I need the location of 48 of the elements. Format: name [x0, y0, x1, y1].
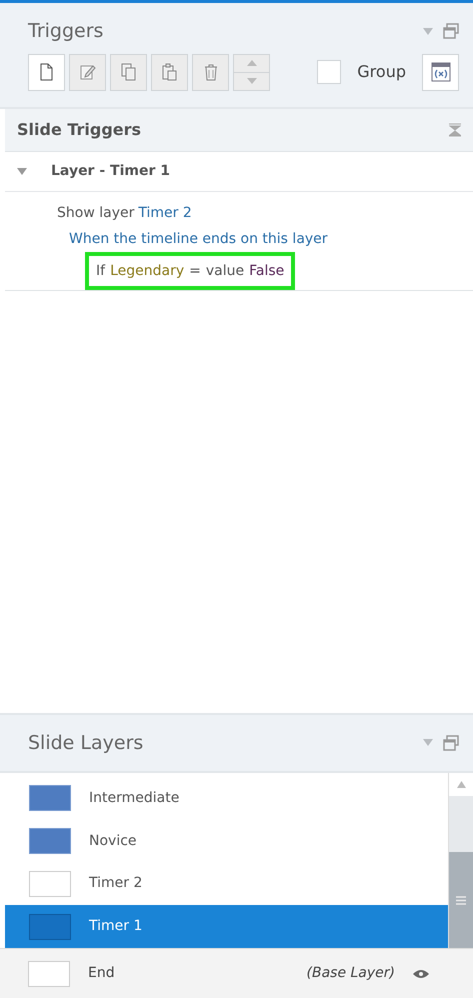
restore-window-icon[interactable] — [443, 23, 459, 40]
condition-text: If — [96, 262, 106, 280]
layer-name: Timer 1 — [89, 917, 142, 936]
layer-link[interactable]: Timer 2 — [138, 200, 192, 226]
collapse-caret-icon[interactable] — [17, 168, 27, 174]
layer-name: End — [88, 964, 115, 983]
layer-name: Intermediate — [89, 788, 180, 808]
dropdown-arrow-icon[interactable] — [423, 739, 433, 746]
condition-text: value — [206, 262, 244, 280]
panel-title: Triggers — [28, 19, 104, 44]
action-text: Show layer — [57, 204, 134, 222]
variables-icon — [430, 62, 450, 82]
layer-thumbnail — [29, 785, 71, 812]
layer-thumbnail — [29, 870, 71, 897]
trigger-group-title: Layer - Timer 1 — [51, 162, 170, 180]
panel-title: Slide Layers — [28, 730, 144, 756]
layer-thumbnail — [29, 914, 71, 940]
layer-thumbnail — [28, 960, 70, 986]
event-link[interactable]: When the timeline ends on this layer — [69, 226, 328, 252]
layer-name: Novice — [89, 832, 137, 851]
layer-name: Timer 2 — [89, 874, 142, 894]
value-link[interactable]: False — [249, 258, 284, 284]
up-arrow-icon — [246, 60, 256, 66]
paste-icon — [160, 63, 178, 81]
group-checkbox[interactable] — [317, 60, 342, 84]
scroll-up-icon[interactable] — [456, 781, 466, 788]
down-arrow-icon — [246, 78, 256, 84]
eye-icon[interactable] — [413, 968, 429, 978]
layer-row[interactable]: Novice — [5, 820, 448, 862]
new-document-icon — [38, 63, 56, 81]
condition-text: = — [189, 262, 201, 280]
variable-link[interactable]: Legendary — [110, 258, 184, 284]
new-document-button[interactable] — [28, 54, 65, 90]
variables-button[interactable] — [422, 54, 459, 90]
dropdown-arrow-icon[interactable] — [423, 28, 433, 35]
collapse-all-icon[interactable] — [449, 122, 461, 136]
group-label: Group — [357, 61, 406, 83]
section-title: Slide Triggers — [17, 118, 142, 140]
grip-icon — [456, 896, 466, 904]
layer-row[interactable]: Timer 1 — [5, 905, 448, 948]
edit-document-icon — [78, 63, 96, 81]
restore-window-icon[interactable] — [443, 734, 459, 751]
layer-row[interactable]: Intermediate — [5, 777, 448, 820]
scroll-thumb[interactable] — [449, 852, 473, 948]
layer-row[interactable]: Timer 2 — [5, 862, 448, 906]
base-layer-label: (Base Layer) — [306, 964, 395, 983]
copy-icon — [120, 63, 138, 81]
layer-thumbnail — [29, 828, 71, 854]
